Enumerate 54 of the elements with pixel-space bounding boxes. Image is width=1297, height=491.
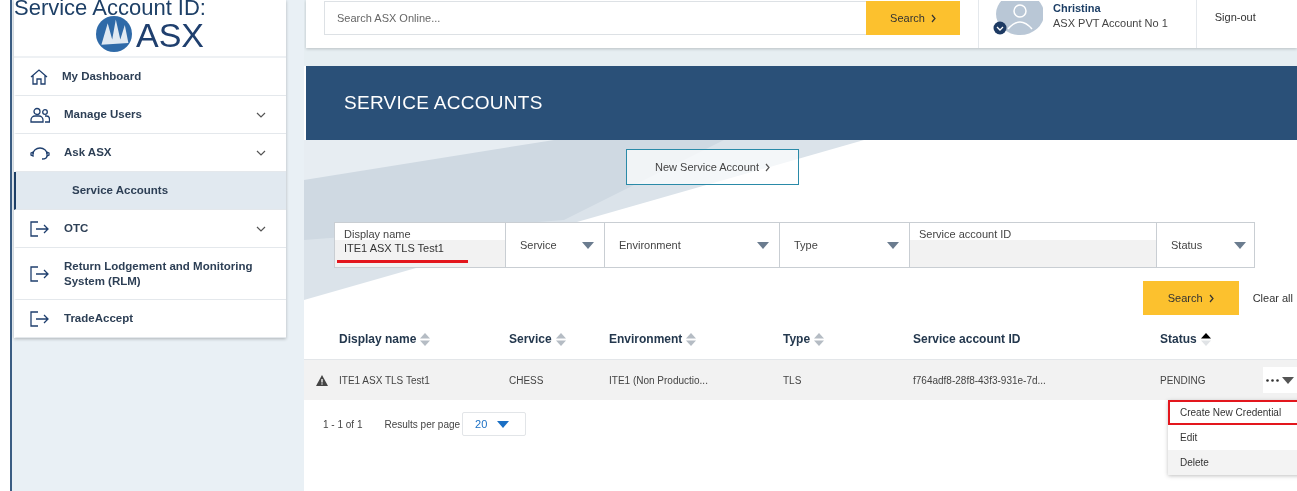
column-header[interactable]: Display name <box>304 332 509 346</box>
more-icon <box>1266 378 1279 382</box>
sidebar-item[interactable]: Return Lodgement and Monitoring System (RLM) <box>14 248 286 300</box>
column-header[interactable]: Service <box>509 332 609 346</box>
sort-icon[interactable] <box>420 332 431 346</box>
page-title: SERVICE ACCOUNTS <box>344 92 543 114</box>
exit-icon <box>30 265 50 282</box>
headset-icon <box>30 145 50 160</box>
user-name: Christina <box>1053 1 1102 15</box>
sort-icon[interactable] <box>686 332 697 346</box>
table-cell-text: f764adf8-28f8-43f3-931e-7d... <box>913 374 1047 386</box>
table-cell-text: PENDING <box>1160 374 1207 386</box>
table-row[interactable]: ITE1 ASX TLS Test1 CHESS ITE1 (Non Productio... TLS f764adf8-28f8-43f3-931e-7d... PENDING <box>304 360 1297 400</box>
exit-icon <box>30 220 50 237</box>
chevron-right-icon <box>1208 293 1214 303</box>
clear-all-link[interactable]: Clear all <box>1252 292 1293 304</box>
row-actions-button[interactable] <box>1263 367 1297 393</box>
chevron-right-icon <box>930 13 936 23</box>
table-cell-text: ITE1 (Non Productio... <box>609 374 709 386</box>
menu-item[interactable]: Delete <box>1168 450 1297 475</box>
search-button[interactable]: Search <box>1142 281 1239 315</box>
sidebar-item[interactable]: Manage Users <box>14 96 286 134</box>
exit-icon <box>30 310 50 327</box>
chevron-right-icon <box>764 162 770 172</box>
table-cell-text: ITE1 ASX TLS Test1 <box>338 374 431 386</box>
home-icon <box>30 68 48 85</box>
sort-ascending-icon[interactable] <box>1200 332 1211 346</box>
sidebar-item[interactable]: Service Accounts <box>14 172 286 210</box>
menu-item[interactable]: Create New Credential <box>1168 400 1297 425</box>
sidebar-item[interactable]: TradeAccept <box>14 300 286 338</box>
users-icon <box>30 106 50 123</box>
column-header[interactable]: Type <box>783 332 913 346</box>
table-cell-text: TLS <box>783 374 803 386</box>
search-field[interactable]: Search ASX Online... <box>324 1 866 35</box>
column-header: Service account ID <box>913 332 1022 346</box>
caret-down-icon <box>1282 376 1294 384</box>
column-header[interactable]: Environment <box>609 332 783 346</box>
results-per-page-label: Results per page <box>384 418 461 430</box>
sidebar-item[interactable]: OTC <box>14 210 286 248</box>
sidebar-item[interactable]: My Dashboard <box>14 58 286 96</box>
table-cell-text: CHESS <box>509 374 545 386</box>
sort-icon[interactable] <box>814 332 825 346</box>
account-name: ASX PVT Account No 1 <box>1053 16 1168 29</box>
caret-down-icon <box>497 420 510 428</box>
search-button[interactable]: Search <box>866 1 960 35</box>
result-count: 1 - 1 of 1 <box>323 418 363 430</box>
sidebar-item[interactable]: Ask ASX <box>14 134 286 172</box>
sign-out-link[interactable]: Sign-out <box>1214 11 1256 23</box>
logo-icon <box>95 16 132 52</box>
per-page-dropdown[interactable]: 20 <box>462 412 527 436</box>
column-header[interactable]: Status <box>1160 332 1256 346</box>
sort-icon[interactable] <box>555 332 566 346</box>
new-service-account-button[interactable]: New Service Account <box>626 149 799 185</box>
logo-text: ASX <box>135 18 204 52</box>
